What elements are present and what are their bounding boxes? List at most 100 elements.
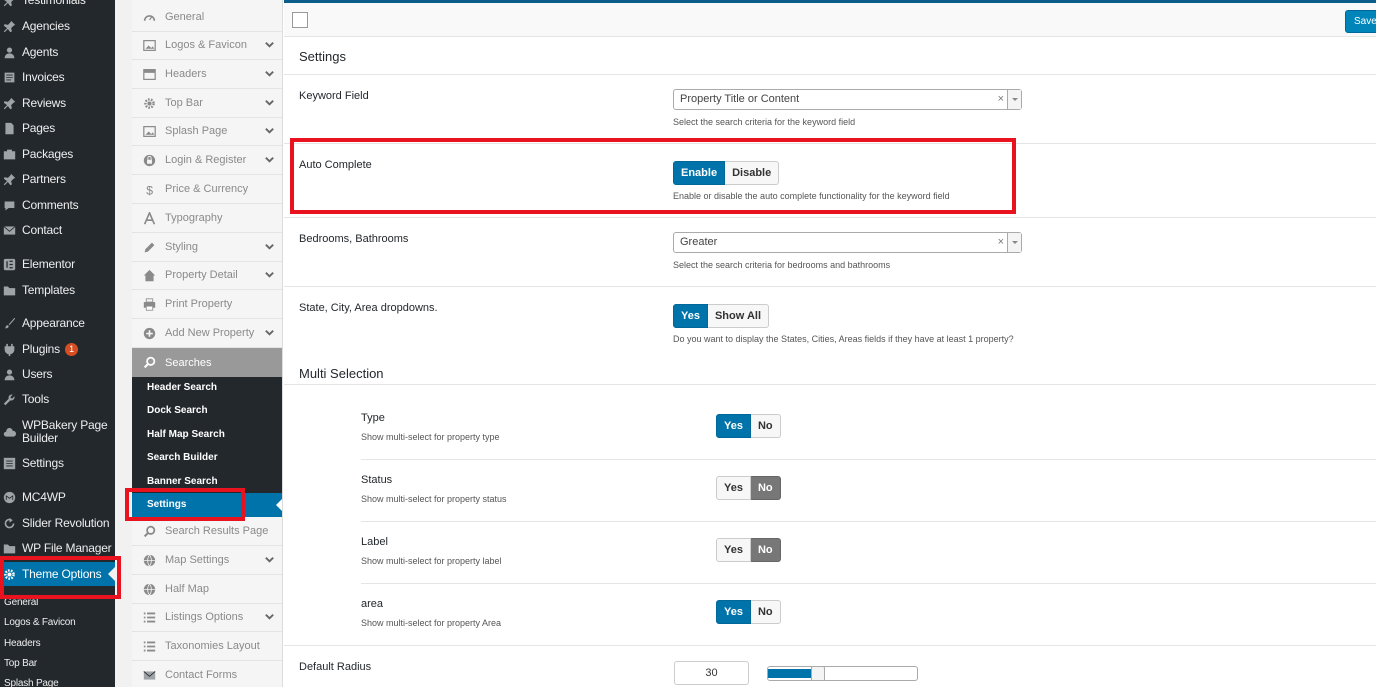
yes-button[interactable]: Yes	[716, 600, 751, 624]
chevron-down-icon[interactable]	[264, 611, 275, 622]
panel-item-contact-forms[interactable]: Contact Forms	[132, 661, 282, 687]
keyword-field-select[interactable]: Property Title or Content ×	[673, 89, 1022, 110]
pin-icon	[3, 0, 16, 7]
menu-item-agents[interactable]: Agents	[0, 40, 115, 64]
menu-item-agencies[interactable]: Agencies	[0, 14, 115, 38]
panel-item-label: Search Results Page	[165, 525, 269, 537]
menu-item-appearance[interactable]: Appearance	[0, 311, 115, 335]
menu-item-users[interactable]: Users	[0, 362, 115, 386]
panel-item-search-results-page[interactable]: Search Results Page	[132, 517, 282, 546]
no-button[interactable]: No	[750, 600, 781, 624]
show-all-button[interactable]: Show All	[707, 304, 770, 328]
multi-type-toggle: Yes No	[716, 414, 781, 438]
chevron-down-icon[interactable]	[1007, 90, 1021, 109]
radius-input[interactable]: 30	[674, 661, 749, 685]
layout-icon[interactable]	[292, 12, 308, 28]
menu-item-wpbakery-page-builder[interactable]: WPBakery Page Builder	[0, 417, 115, 447]
chevron-down-icon	[265, 71, 274, 77]
clear-icon[interactable]: ×	[998, 236, 1004, 248]
menu-item-settings[interactable]: Settings	[0, 451, 115, 475]
menu-item-templates[interactable]: Templates	[0, 278, 115, 302]
searches-submenu-item[interactable]: Dock Search	[147, 405, 208, 416]
menu-item-contact[interactable]: Contact	[0, 218, 115, 242]
menu-item-comments[interactable]: Comments	[0, 193, 115, 217]
multi-label-label: Label	[361, 536, 388, 548]
chevron-down-icon[interactable]	[264, 39, 275, 50]
panel-item-searches[interactable]: Searches	[132, 348, 282, 377]
searches-submenu-item[interactable]: Header Search	[147, 382, 217, 393]
panel-item-styling[interactable]: Styling	[132, 233, 282, 262]
menu-item-partners[interactable]: Partners	[0, 167, 115, 191]
chevron-down-icon[interactable]	[1007, 233, 1021, 252]
divider	[361, 583, 1376, 584]
no-button[interactable]: No	[750, 414, 781, 438]
submenu-item[interactable]: Top Bar	[4, 658, 37, 669]
panel-item-top-bar[interactable]: Top Bar	[132, 89, 282, 118]
menu-item-elementor[interactable]: Elementor	[0, 252, 115, 276]
panel-item-label: Add New Property	[165, 327, 255, 339]
panel-item-splash-page[interactable]: Splash Page	[132, 117, 282, 146]
menu-item-slider-revolution[interactable]: Slider Revolution	[0, 511, 115, 535]
menu-item-reviews[interactable]: Reviews	[0, 91, 115, 115]
chevron-down-icon[interactable]	[264, 554, 275, 565]
yes-button[interactable]: Yes	[716, 414, 751, 438]
chevron-down-icon[interactable]	[264, 68, 275, 79]
yes-button[interactable]: Yes	[673, 304, 708, 328]
chevron-down-icon	[265, 614, 274, 620]
radius-slider[interactable]	[767, 666, 918, 681]
searches-submenu-item[interactable]: Search Builder	[147, 452, 218, 463]
panel-item-add-new-property[interactable]: Add New Property	[132, 319, 282, 348]
save-button[interactable]: Save	[1345, 10, 1376, 33]
menu-item-invoices[interactable]: Invoices	[0, 65, 115, 89]
page-icon	[3, 122, 16, 135]
radius-slider-handle[interactable]	[810, 667, 825, 680]
menu-item-label: Plugins	[22, 341, 60, 356]
panel-item-listings-options[interactable]: Listings Options	[132, 603, 282, 632]
submenu-item[interactable]: Headers	[4, 638, 41, 649]
chevron-down-icon[interactable]	[264, 269, 275, 280]
search-icon	[142, 356, 156, 370]
panel-item-map-settings[interactable]: Map Settings	[132, 546, 282, 575]
panel-item-logos-favicon[interactable]: Logos & Favicon	[132, 31, 282, 60]
search-icon	[142, 524, 156, 538]
plug-icon	[3, 343, 16, 356]
searches-submenu-item[interactable]: Half Map Search	[147, 429, 225, 440]
submenu-item[interactable]: Splash Page	[4, 678, 59, 687]
multi-status-desc: Show multi-select for property status	[361, 494, 507, 504]
divider	[284, 645, 1376, 646]
wrench-icon	[3, 393, 16, 406]
chevron-down-icon[interactable]	[264, 154, 275, 165]
menu-item-plugins[interactable]: Plugins 1	[0, 337, 115, 361]
no-button[interactable]: No	[750, 538, 781, 562]
chevron-down-icon[interactable]	[264, 125, 275, 136]
multi-area-label: area	[361, 598, 384, 610]
submenu-item[interactable]: Logos & Favicon	[4, 617, 76, 628]
panel-item-price-currency[interactable]: $ Price & Currency	[132, 175, 282, 204]
panel-item-typography[interactable]: Typography	[132, 204, 282, 233]
bedrooms-select[interactable]: Greater ×	[673, 232, 1022, 253]
panel-item-login-register[interactable]: Login & Register	[132, 146, 282, 175]
chevron-down-icon	[265, 244, 274, 250]
panel-item-print-property[interactable]: Print Property	[132, 290, 282, 319]
menu-item-pages[interactable]: Pages	[0, 116, 115, 140]
menu-item-mc4wp[interactable]: MC4WP	[0, 485, 115, 509]
chevron-down-icon[interactable]	[264, 97, 275, 108]
panel-item-property-detail[interactable]: Property Detail	[132, 261, 282, 290]
yes-button[interactable]: Yes	[716, 476, 751, 500]
panel-item-general[interactable]: General	[132, 3, 282, 32]
yes-button[interactable]: Yes	[716, 538, 751, 562]
panel-item-taxonomies-layout[interactable]: Taxonomies Layout	[132, 632, 282, 661]
multi-label-toggle: Yes No	[716, 538, 781, 562]
menu-item-label: Agencies	[22, 18, 70, 33]
menu-item-testimonials[interactable]: Testimonials	[0, 0, 115, 12]
panel-item-headers[interactable]: Headers	[132, 60, 282, 89]
pencil-icon	[142, 240, 156, 254]
panel-item-half-map[interactable]: Half Map	[132, 575, 282, 604]
clear-icon[interactable]: ×	[998, 93, 1004, 105]
no-button[interactable]: No	[750, 476, 781, 500]
searches-submenu-item[interactable]: Banner Search	[147, 476, 218, 487]
chevron-down-icon[interactable]	[264, 241, 275, 252]
menu-item-tools[interactable]: Tools	[0, 387, 115, 411]
chevron-down-icon[interactable]	[264, 327, 275, 338]
menu-item-packages[interactable]: Packages	[0, 142, 115, 166]
